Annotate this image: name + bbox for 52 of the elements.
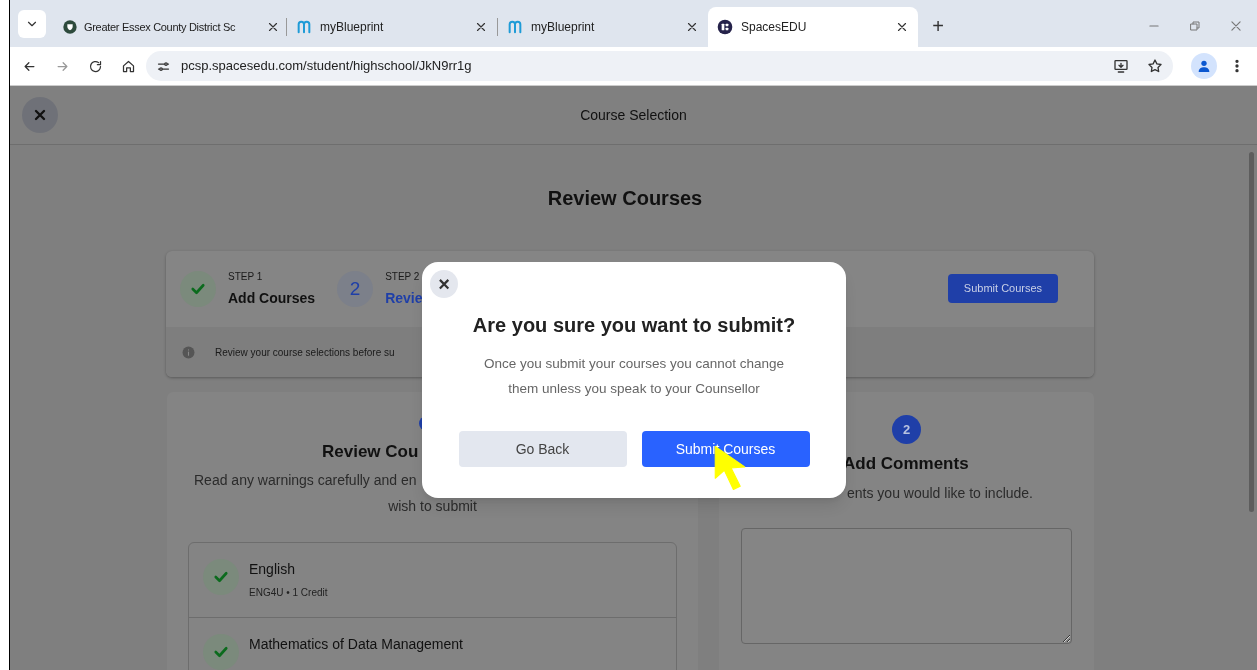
panel-description: Read any warnings carefully and en <box>194 471 417 490</box>
course-name: Mathematics of Data Management <box>249 635 463 654</box>
info-icon <box>182 345 195 359</box>
step-title: Revie <box>385 289 423 308</box>
star-icon[interactable] <box>1147 58 1163 74</box>
restore-icon[interactable] <box>1189 20 1201 32</box>
go-back-button[interactable]: Go Back <box>458 431 627 467</box>
profile-button[interactable] <box>1191 53 1217 79</box>
step-label: STEP 1 <box>228 270 264 284</box>
tab-title: myBlueprint <box>320 19 385 36</box>
tab-title: Greater Essex County District Sc <box>84 19 237 35</box>
tab-title: myBlueprint <box>531 19 596 36</box>
tab-title: SpacesEDU <box>741 19 808 36</box>
dialog-message: them unless you speak to your Counsellor <box>508 380 760 398</box>
panel-title: Review Cou <box>322 440 419 463</box>
close-icon <box>32 107 48 123</box>
info-text: Review your course selections before su <box>215 345 395 360</box>
new-tab-button[interactable]: + <box>924 12 952 40</box>
home-icon[interactable] <box>121 58 136 74</box>
panel-description: ents you would like to include. <box>847 483 1033 503</box>
browser-tab[interactable]: SpacesEDU <box>708 7 918 47</box>
install-app-icon[interactable] <box>1113 58 1129 74</box>
comments-field[interactable] <box>741 527 1072 644</box>
page-title: Review Courses <box>546 186 704 210</box>
m-logo-icon <box>296 19 312 35</box>
step-label: STEP 2 <box>385 270 421 284</box>
url-text: pcsp.spacesedu.com/student/highschool/JkN9rr1g <box>181 57 473 76</box>
m-logo-icon <box>507 19 523 35</box>
close-icon[interactable] <box>474 20 488 34</box>
dialog-message: Once you submit your courses you cannot change <box>483 355 785 373</box>
browser-tab[interactable]: myBlueprint <box>287 7 497 47</box>
browser-tab[interactable]: myBlueprint <box>498 7 708 47</box>
close-button[interactable]: × <box>430 270 458 298</box>
step-number: 2 <box>892 415 921 444</box>
address-bar[interactable]: pcsp.spacesedu.com/student/highschool/JkN9rr1g <box>146 51 1173 81</box>
spaces-logo-icon <box>717 19 733 35</box>
step-title: Add Courses <box>228 289 316 308</box>
submit-courses-button[interactable]: Submit Courses <box>948 274 1058 303</box>
browser-tab[interactable]: Greater Essex County District Sc <box>56 7 286 47</box>
close-icon[interactable] <box>895 20 909 34</box>
step-number: 2 <box>337 271 374 307</box>
close-icon[interactable] <box>266 20 280 34</box>
panel-description: wish to submit <box>388 497 477 516</box>
person-icon <box>1196 58 1212 74</box>
shield-icon <box>62 19 78 35</box>
dialog-title: Are you sure you want to submit? <box>472 313 796 338</box>
course-detail: ENG4U • 1 Credit <box>249 586 328 600</box>
close-button[interactable] <box>22 97 58 133</box>
close-icon[interactable] <box>685 20 699 34</box>
header-title: Course Selection <box>580 105 687 125</box>
reload-icon[interactable] <box>88 58 103 74</box>
course-name: English <box>249 560 296 579</box>
